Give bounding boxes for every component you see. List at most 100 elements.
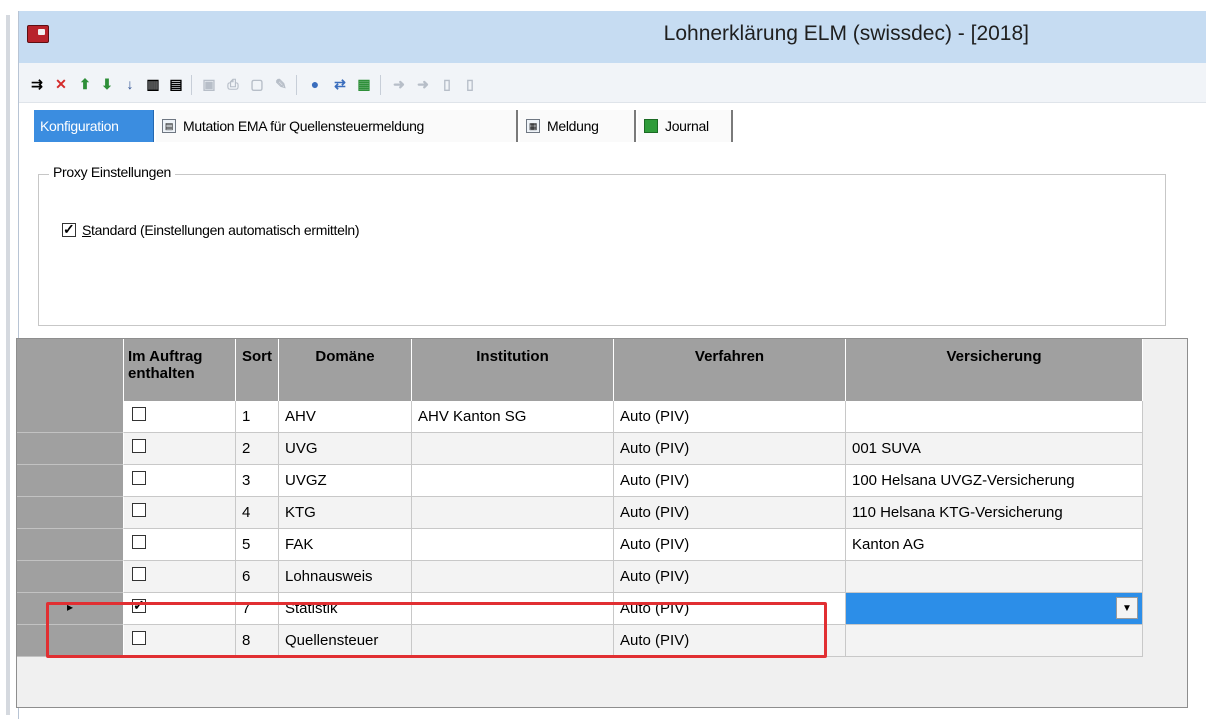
forward-icon[interactable]: ➜ xyxy=(389,75,409,93)
included-checkbox[interactable] xyxy=(132,471,146,485)
column-institution[interactable]: Institution xyxy=(412,339,614,401)
column-im-auftrag[interactable]: Im Auftrag enthalten xyxy=(124,339,236,401)
domain-cell: AHV xyxy=(279,401,412,433)
procedure-cell[interactable]: Auto (PIV) xyxy=(614,593,846,625)
row-selector[interactable] xyxy=(17,433,124,465)
institution-cell[interactable] xyxy=(412,561,614,593)
included-cell[interactable] xyxy=(124,433,236,465)
tab-journal[interactable]: Journal xyxy=(638,110,733,142)
table-row[interactable]: 1 AHV AHV Kanton SG Auto (PIV) xyxy=(17,401,1189,433)
included-checkbox[interactable] xyxy=(132,597,146,613)
edit-icon[interactable]: ✎ xyxy=(271,75,291,93)
table-row[interactable]: 8 Quellensteuer Auto (PIV) xyxy=(17,625,1189,657)
insurance-cell[interactable] xyxy=(846,401,1143,433)
included-cell[interactable] xyxy=(124,465,236,497)
row-selector[interactable] xyxy=(17,529,124,561)
grid-header: Im Auftrag enthalten Sort Domäne Institu… xyxy=(17,339,1189,401)
procedure-cell[interactable]: Auto (PIV) xyxy=(614,465,846,497)
procedure-cell[interactable]: Auto (PIV) xyxy=(614,433,846,465)
details-view-icon[interactable]: ▤ xyxy=(166,75,186,93)
sort-az-icon[interactable]: ↓ xyxy=(120,75,140,93)
copy-icon[interactable]: ▣ xyxy=(199,75,219,93)
column-versicherung[interactable]: Versicherung xyxy=(846,339,1143,401)
table-row[interactable]: 3 UVGZ Auto (PIV) 100 Helsana UVGZ-Versi… xyxy=(17,465,1189,497)
journal-icon xyxy=(644,119,658,133)
included-checkbox[interactable] xyxy=(132,407,146,421)
table-row[interactable]: 6 Lohnausweis Auto (PIV) xyxy=(17,561,1189,593)
column-domaene[interactable]: Domäne xyxy=(279,339,412,401)
print-icon[interactable]: ⎙ xyxy=(223,75,243,93)
column-sort[interactable]: Sort xyxy=(236,339,279,401)
domain-cell: FAK xyxy=(279,529,412,561)
domain-cell: Statistik xyxy=(279,593,412,625)
toolbar-separator xyxy=(380,75,381,95)
column-verfahren[interactable]: Verfahren xyxy=(614,339,846,401)
institution-cell[interactable] xyxy=(412,465,614,497)
current-row-indicator-icon[interactable]: ▸ xyxy=(17,593,124,625)
included-cell[interactable] xyxy=(124,401,236,433)
tab-konfiguration[interactable]: Konfiguration xyxy=(34,110,154,142)
tab-mutation-ema[interactable]: ▤ Mutation EMA für Quellensteuermeldung xyxy=(156,110,518,142)
included-checkbox[interactable] xyxy=(132,535,146,549)
tab-strip: Konfiguration ▤ Mutation EMA für Quellen… xyxy=(14,110,734,142)
proxy-standard-option[interactable]: Standard (Einstellungen automatisch ermi… xyxy=(62,221,360,238)
document-icon[interactable]: ▯ xyxy=(437,75,457,93)
insurance-dropdown[interactable]: ▼ xyxy=(846,593,1142,624)
included-checkbox[interactable] xyxy=(132,631,146,645)
insurance-cell[interactable]: 100 Helsana UVGZ-Versicherung xyxy=(846,465,1143,497)
included-cell[interactable] xyxy=(124,561,236,593)
institution-cell[interactable]: AHV Kanton SG xyxy=(412,401,614,433)
delete-record-icon[interactable]: ✕ xyxy=(51,75,71,93)
included-cell[interactable] xyxy=(124,593,236,625)
included-checkbox[interactable] xyxy=(132,567,146,581)
table-row-current[interactable]: ▸ 7 Statistik Auto (PIV) ▼ xyxy=(17,593,1189,625)
app-icon[interactable] xyxy=(27,25,49,43)
forward-all-icon[interactable]: ➜ xyxy=(413,75,433,93)
insert-record-icon[interactable]: ⇉ xyxy=(27,75,47,93)
documents-icon[interactable]: ▯ xyxy=(460,75,480,93)
included-cell[interactable] xyxy=(124,529,236,561)
domain-cell: Quellensteuer xyxy=(279,625,412,657)
included-checkbox[interactable] xyxy=(132,503,146,517)
institution-cell[interactable] xyxy=(412,593,614,625)
certificate-icon[interactable]: ▦ xyxy=(354,75,374,93)
institution-cell[interactable] xyxy=(412,625,614,657)
procedure-cell[interactable]: Auto (PIV) xyxy=(614,529,846,561)
domain-cell: KTG xyxy=(279,497,412,529)
insurance-cell[interactable]: 110 Helsana KTG-Versicherung xyxy=(846,497,1143,529)
included-checkbox[interactable] xyxy=(132,439,146,453)
save-icon[interactable]: ▢ xyxy=(247,75,267,93)
procedure-cell[interactable]: Auto (PIV) xyxy=(614,401,846,433)
proxy-standard-checkbox[interactable] xyxy=(62,221,76,237)
row-selector[interactable] xyxy=(17,465,124,497)
row-selector[interactable] xyxy=(17,497,124,529)
move-up-icon[interactable]: ⬆ xyxy=(75,75,95,93)
table-row[interactable]: 2 UVG Auto (PIV) 001 SUVA xyxy=(17,433,1189,465)
insurance-dropdown-cell[interactable]: ▼ xyxy=(846,593,1143,625)
procedure-cell[interactable]: Auto (PIV) xyxy=(614,625,846,657)
insurance-cell[interactable] xyxy=(846,561,1143,593)
users-icon[interactable]: ● xyxy=(305,75,325,93)
included-cell[interactable] xyxy=(124,497,236,529)
tab-label: Konfiguration xyxy=(40,118,119,134)
insurance-cell[interactable] xyxy=(846,625,1143,657)
row-selector[interactable] xyxy=(17,561,124,593)
transfer-icon[interactable]: ⇄ xyxy=(330,75,350,93)
institution-cell[interactable] xyxy=(412,433,614,465)
sort-cell: 8 xyxy=(236,625,279,657)
table-row[interactable]: 5 FAK Auto (PIV) Kanton AG xyxy=(17,529,1189,561)
chevron-down-icon[interactable]: ▼ xyxy=(1116,597,1138,619)
institution-cell[interactable] xyxy=(412,497,614,529)
insurance-cell[interactable]: 001 SUVA xyxy=(846,433,1143,465)
list-view-icon[interactable]: ▥ xyxy=(143,75,163,93)
row-selector[interactable] xyxy=(17,625,124,657)
tab-meldung[interactable]: ▦ Meldung xyxy=(520,110,636,142)
included-cell[interactable] xyxy=(124,625,236,657)
procedure-cell[interactable]: Auto (PIV) xyxy=(614,561,846,593)
table-row[interactable]: 4 KTG Auto (PIV) 110 Helsana KTG-Versich… xyxy=(17,497,1189,529)
institution-cell[interactable] xyxy=(412,529,614,561)
move-down-icon[interactable]: ⬇ xyxy=(97,75,117,93)
procedure-cell[interactable]: Auto (PIV) xyxy=(614,497,846,529)
insurance-cell[interactable]: Kanton AG xyxy=(846,529,1143,561)
row-selector[interactable] xyxy=(17,401,124,433)
